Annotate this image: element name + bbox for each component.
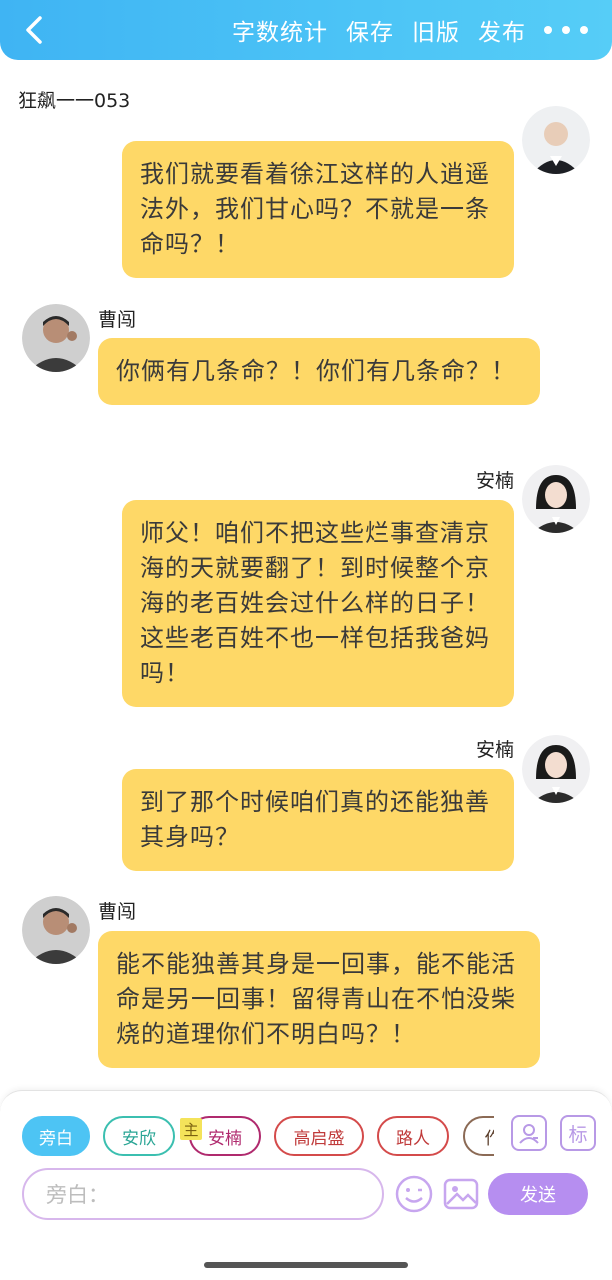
role-chip-gaoqisheng[interactable]: 高启盛 [274, 1116, 364, 1156]
avatar[interactable] [522, 735, 590, 803]
speaker-name: 安楠 [475, 739, 514, 761]
top-bar: 字数统计 保存 旧版 发布 [0, 0, 612, 60]
emoji-icon[interactable] [394, 1174, 434, 1214]
role-chip-narration[interactable]: 旁白 [22, 1116, 90, 1156]
role-chip-luren[interactable]: 路人 [377, 1116, 449, 1156]
send-button[interactable]: 发送 [488, 1173, 588, 1215]
speaker-name: 曹闯 [98, 309, 137, 331]
message-bubble[interactable]: 你俩有几条命？！你们有几条命？！ [98, 338, 540, 405]
home-indicator [204, 1262, 408, 1268]
role-chip-anxin[interactable]: 安欣 [103, 1116, 175, 1156]
old-version-button[interactable]: 旧版 [412, 13, 460, 47]
back-icon[interactable] [18, 12, 54, 48]
mark-button[interactable]: 标 [560, 1115, 596, 1151]
avatar[interactable] [22, 896, 90, 964]
speaker-name: 安楠 [475, 470, 514, 492]
avatar[interactable] [522, 106, 590, 174]
publish-button[interactable]: 发布 [478, 13, 526, 47]
role-chip-partial[interactable]: 作 [463, 1116, 494, 1156]
main-role-badge: 主 [180, 1118, 202, 1140]
more-icon[interactable] [544, 15, 588, 45]
image-icon[interactable] [441, 1174, 481, 1214]
message-bubble[interactable]: 师父！咱们不把这些烂事查清京海的天就要翻了！到时候整个京海的老百姓会过什么样的日… [122, 500, 514, 707]
message-bubble[interactable]: 能不能独善其身是一回事，能不能活命是另一回事！留得青山在不怕没柴烧的道理你们不明… [98, 931, 540, 1068]
document-title: 狂飙一一053 [18, 90, 131, 112]
role-chip-clip: 作 [463, 1116, 494, 1156]
message-bubble[interactable]: 我们就要看着徐江这样的人逍遥法外，我们甘心吗？不就是一条命吗？！ [122, 141, 514, 278]
message-bubble[interactable]: 到了那个时候咱们真的还能独善其身吗？ [122, 769, 514, 871]
save-button[interactable]: 保存 [346, 13, 394, 47]
speaker-name: 曹闯 [98, 901, 137, 923]
top-actions: 字数统计 保存 旧版 发布 [232, 0, 612, 60]
message-input[interactable]: 旁白： [22, 1168, 384, 1220]
avatar[interactable] [22, 304, 90, 372]
word-count-button[interactable]: 字数统计 [232, 13, 328, 47]
role-card-icon[interactable] [511, 1115, 547, 1151]
avatar[interactable] [522, 465, 590, 533]
